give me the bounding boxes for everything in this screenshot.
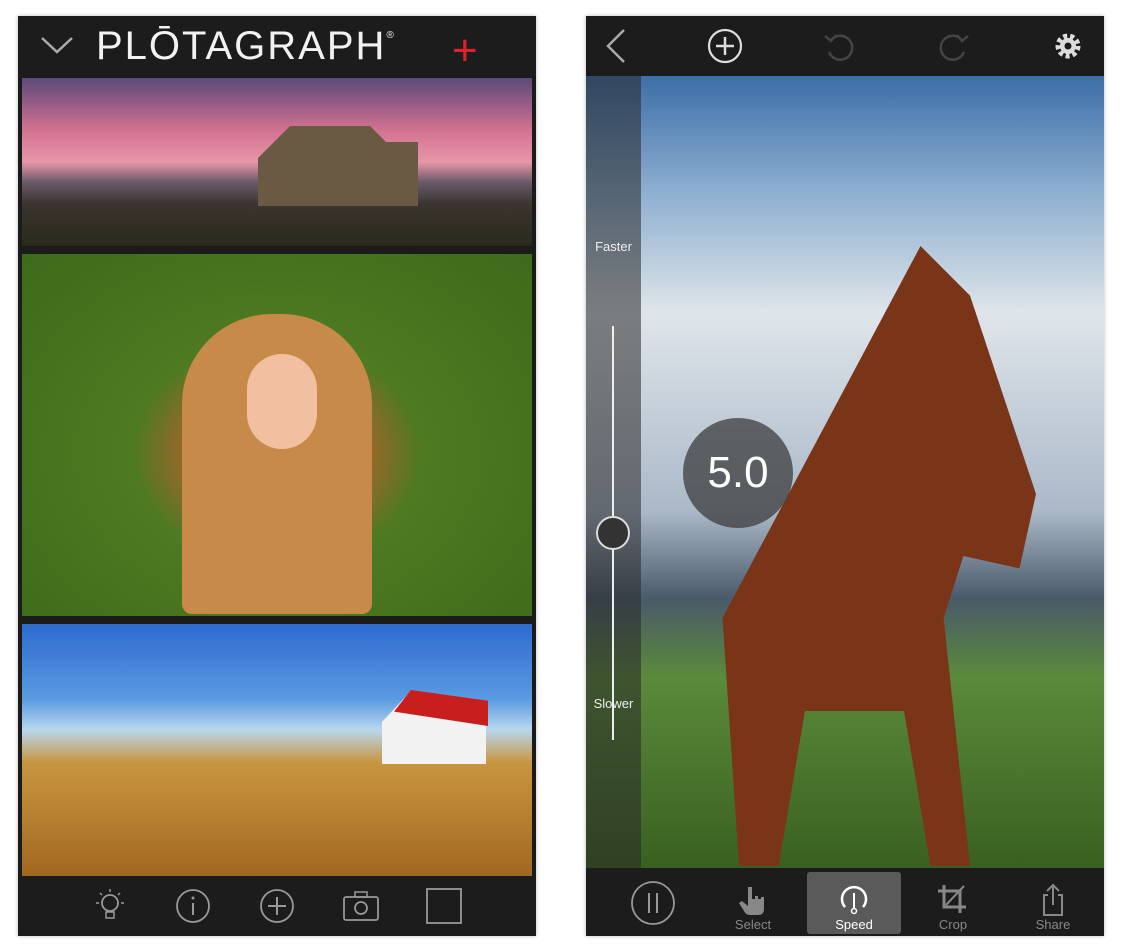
editor-top-bar [586,16,1104,76]
add-icon[interactable] [257,886,297,926]
lion-costume-child-photo[interactable] [22,254,532,616]
settings-icon[interactable] [1050,28,1086,64]
share-tool-button[interactable]: Share [1006,872,1100,934]
pause-icon [631,881,675,925]
speed-tool-button[interactable]: Speed [807,872,901,934]
plus-logo-mark: + [452,26,478,75]
hand-pointer-icon [739,887,764,915]
add-icon[interactable] [707,28,743,64]
church-sunset-photo[interactable] [22,78,532,246]
header-bar: PLŌTAGRAPH® + [18,16,536,76]
crop-tool-button[interactable]: Crop [906,872,1000,934]
face-shape [247,354,317,449]
speedometer-icon [840,885,868,915]
brand-logo: PLŌTAGRAPH® [96,24,396,68]
left-phone-screen: PLŌTAGRAPH® + [18,16,536,936]
speed-value-badge: 5.0 [683,418,793,528]
right-phone-screen: Faster Slower 5.0 Select Speed Crop Shar… [586,16,1104,936]
faster-label: Faster [595,239,632,254]
redo-icon[interactable] [936,28,972,64]
gallery-toolbar [18,876,536,936]
pause-button[interactable] [630,880,676,931]
horse-photo-canvas[interactable] [586,76,1104,868]
slower-label: Slower [593,696,634,711]
horse-shape [722,246,1036,866]
square-icon[interactable] [424,886,464,926]
church-shape [258,126,418,206]
back-icon[interactable] [604,28,628,64]
info-icon[interactable] [173,886,213,926]
camera-icon[interactable] [341,886,381,926]
slider-knob[interactable] [596,516,630,550]
lightbulb-icon[interactable] [90,886,130,926]
select-tool-button[interactable]: Select [706,872,800,934]
undo-icon[interactable] [821,28,857,64]
red-roof-house-photo[interactable] [22,624,532,876]
chevron-down-icon[interactable] [40,34,74,56]
crop-icon [938,885,966,913]
speed-slider[interactable]: Faster Slower [586,76,641,868]
editor-toolbar: Select Speed Crop Share [586,868,1104,936]
share-icon [1043,883,1063,916]
